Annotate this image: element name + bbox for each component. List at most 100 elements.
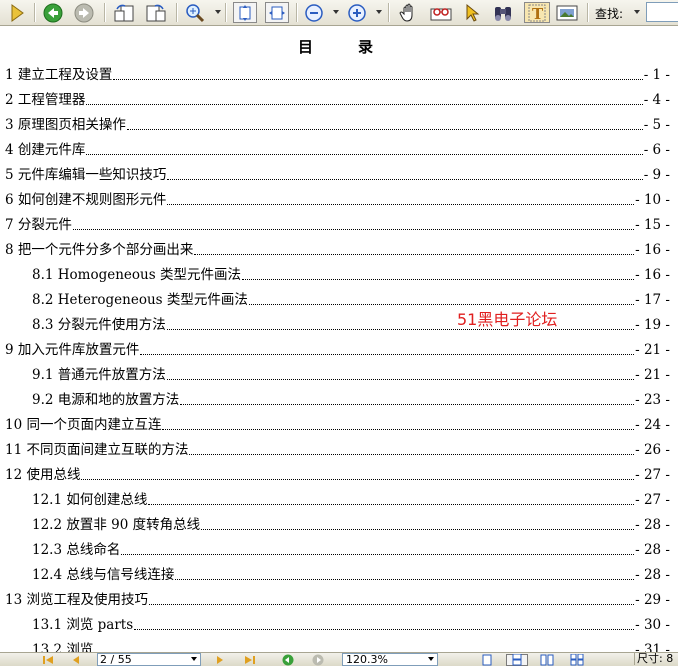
rotate-right-icon[interactable] bbox=[143, 2, 169, 23]
toc-entry[interactable]: 13 浏览工程及使用技巧 - 29 - bbox=[0, 587, 678, 609]
toc-entry[interactable]: 7 分裂元件 - 15 - bbox=[0, 212, 678, 234]
toc-entry[interactable]: 5 元件库编辑一些知识技巧 - 9 - bbox=[0, 162, 678, 184]
toc-entry[interactable]: 12 使用总线 - 27 - bbox=[0, 462, 678, 484]
toc-entry-page: - 6 - bbox=[643, 142, 670, 158]
toc-entry[interactable]: 12.1 如何创建总线 - 27 - bbox=[0, 487, 678, 509]
toc-leader-dots bbox=[167, 204, 635, 205]
watermark-text: 51黑电子论坛 bbox=[457, 310, 558, 329]
toc-leader-dots bbox=[72, 229, 635, 230]
last-page-icon[interactable] bbox=[242, 654, 258, 666]
toc-entry-page: - 10 - bbox=[635, 192, 670, 208]
toc-entry-page: - 28 - bbox=[635, 567, 670, 583]
toc-entry-page: - 28 - bbox=[635, 542, 670, 558]
zoom-out-icon[interactable] bbox=[303, 2, 325, 23]
toc-entry[interactable]: 8.3 分裂元件使用方法 - 19 - bbox=[0, 312, 678, 334]
toc-entry-label: 13 浏览工程及使用技巧 bbox=[5, 592, 148, 608]
page-number-field[interactable]: 2 / 55 bbox=[97, 653, 201, 666]
zoom-level-field[interactable]: 120.3% bbox=[342, 653, 438, 666]
zoom-dropdown-icon[interactable] bbox=[428, 657, 434, 661]
toc-entry[interactable]: 12.4 总线与信号线连接 - 28 - bbox=[0, 562, 678, 584]
toc-entry[interactable]: 3 原理图页相关操作 - 5 - bbox=[0, 112, 678, 134]
toc-entry-label: 4 创建元件库 bbox=[5, 142, 86, 158]
toc-leader-dots bbox=[248, 304, 635, 305]
toc-entry-page: - 24 - bbox=[635, 417, 670, 433]
toc-entry-label: 3 原理图页相关操作 bbox=[5, 117, 126, 133]
next-page-icon[interactable] bbox=[212, 654, 228, 666]
toc-entry-label: 12 使用总线 bbox=[5, 467, 81, 483]
select-arrow-icon[interactable] bbox=[460, 2, 484, 23]
toc-leader-dots bbox=[166, 379, 635, 380]
page-number-value: 2 / 55 bbox=[100, 653, 132, 666]
toc-leader-dots bbox=[166, 329, 635, 330]
nav-back-icon[interactable] bbox=[280, 654, 296, 666]
zoom-in-dropdown-icon[interactable] bbox=[376, 10, 382, 14]
snapshot-icon[interactable] bbox=[427, 2, 455, 23]
toc-entry-page: - 29 - bbox=[635, 592, 670, 608]
toc-entry-page: - 27 - bbox=[635, 492, 670, 508]
toc-entry-label: 13.2 浏览 ... bbox=[32, 642, 111, 652]
nav-forward-icon[interactable] bbox=[310, 654, 326, 666]
toc-entry[interactable]: 9.1 普通元件放置方法 - 21 - bbox=[0, 362, 678, 384]
toc-entry[interactable]: 12.3 总线命名 - 28 - bbox=[0, 537, 678, 559]
find-options-dropdown-icon[interactable] bbox=[634, 10, 640, 14]
toc-leader-dots bbox=[189, 454, 635, 455]
fit-width-icon[interactable] bbox=[265, 2, 289, 23]
toc-entry-label: 5 元件库编辑一些知识技巧 bbox=[5, 167, 167, 183]
toc-entry-label: 8.3 分裂元件使用方法 bbox=[32, 317, 166, 333]
continuous-view-icon[interactable] bbox=[506, 654, 528, 666]
text-select-icon[interactable]: T bbox=[524, 2, 550, 23]
toc-entry[interactable]: 8 把一个元件分多个部分画出来 - 16 - bbox=[0, 237, 678, 259]
document-page: 目 录 1 建立工程及设置 - 1 - 2 工程管理器 - 4 - 3 原理图页相关操作… bbox=[0, 26, 678, 652]
toc-entry[interactable]: 11 不同页面间建立互联的方法 - 26 - bbox=[0, 437, 678, 459]
toc-leader-dots bbox=[140, 354, 635, 355]
toc-entry[interactable]: 4 创建元件库 - 6 - bbox=[0, 137, 678, 159]
toc-entry[interactable]: 10 同一个页面内建立互连 - 24 - bbox=[0, 412, 678, 434]
find-input[interactable] bbox=[646, 2, 678, 22]
toc-entry[interactable]: 9.2 电源和地的放置方法 - 23 - bbox=[0, 387, 678, 409]
play-icon[interactable] bbox=[6, 2, 28, 23]
fit-page-icon[interactable] bbox=[233, 2, 257, 23]
toc-leader-dots bbox=[126, 129, 643, 130]
toc-entry-label: 12.4 总线与信号线连接 bbox=[32, 567, 175, 583]
toc-entry-page: - 4 - bbox=[643, 92, 670, 108]
single-page-view-icon[interactable] bbox=[478, 654, 496, 666]
toc-entry-label: 9 加入元件库放置元件 bbox=[5, 342, 140, 358]
rotate-left-icon[interactable] bbox=[111, 2, 137, 23]
svg-text:T: T bbox=[532, 5, 544, 22]
toc-entry[interactable]: 6 如何创建不规则图形元件 - 10 - bbox=[0, 187, 678, 209]
toc-entry[interactable]: 9 加入元件库放置元件 - 21 - bbox=[0, 337, 678, 359]
toc-entry-page: - 15 - bbox=[635, 217, 670, 233]
toc-entry[interactable]: 13.2 浏览 ... - 31 - bbox=[0, 637, 678, 652]
toc-entry[interactable]: 13.1 浏览 parts - 30 - bbox=[0, 612, 678, 634]
toc-entry-label: 7 分裂元件 bbox=[5, 217, 72, 233]
zoom-out-dropdown-icon[interactable] bbox=[333, 10, 339, 14]
toc-entry-page: - 1 - bbox=[643, 67, 670, 83]
toc-leader-dots bbox=[241, 279, 635, 280]
continuous-facing-view-icon[interactable] bbox=[568, 654, 586, 666]
find-binoculars-icon[interactable] bbox=[490, 2, 516, 23]
toc-entry-label: 10 同一个页面内建立互连 bbox=[5, 417, 162, 433]
toc-entry-label: 9.2 电源和地的放置方法 bbox=[32, 392, 180, 408]
toc-entry[interactable]: 8.1 Homogeneous 类型元件画法 - 16 - bbox=[0, 262, 678, 284]
forward-icon[interactable] bbox=[72, 2, 96, 23]
zoom-in-icon[interactable] bbox=[346, 2, 368, 23]
toc-entry-page: - 16 - bbox=[635, 242, 670, 258]
image-select-icon[interactable] bbox=[554, 2, 580, 23]
toc-entry[interactable]: 12.2 放置非 90 度转角总线 - 28 - bbox=[0, 512, 678, 534]
zoom-tool-dropdown-icon[interactable] bbox=[215, 10, 221, 14]
zoom-in-tool-icon[interactable] bbox=[182, 2, 208, 23]
toc-entry[interactable]: 8.2 Heterogeneous 类型元件画法 - 17 - bbox=[0, 287, 678, 309]
toc-entry-label: 8.2 Heterogeneous 类型元件画法 bbox=[32, 292, 248, 308]
toc-entry[interactable]: 2 工程管理器 - 4 - bbox=[0, 87, 678, 109]
toc-entry-page: - 23 - bbox=[635, 392, 670, 408]
facing-view-icon[interactable] bbox=[538, 654, 556, 666]
previous-page-icon[interactable] bbox=[68, 654, 84, 666]
first-page-icon[interactable] bbox=[40, 654, 56, 666]
back-icon[interactable] bbox=[41, 2, 65, 23]
hand-tool-icon[interactable] bbox=[396, 2, 422, 23]
zoom-level-value: 120.3% bbox=[346, 653, 388, 666]
toc-entry[interactable]: 1 建立工程及设置 - 1 - bbox=[0, 62, 678, 84]
toc-leader-dots bbox=[148, 504, 635, 505]
toc-entry-label: 2 工程管理器 bbox=[5, 92, 86, 108]
page-dropdown-icon[interactable] bbox=[191, 657, 197, 661]
